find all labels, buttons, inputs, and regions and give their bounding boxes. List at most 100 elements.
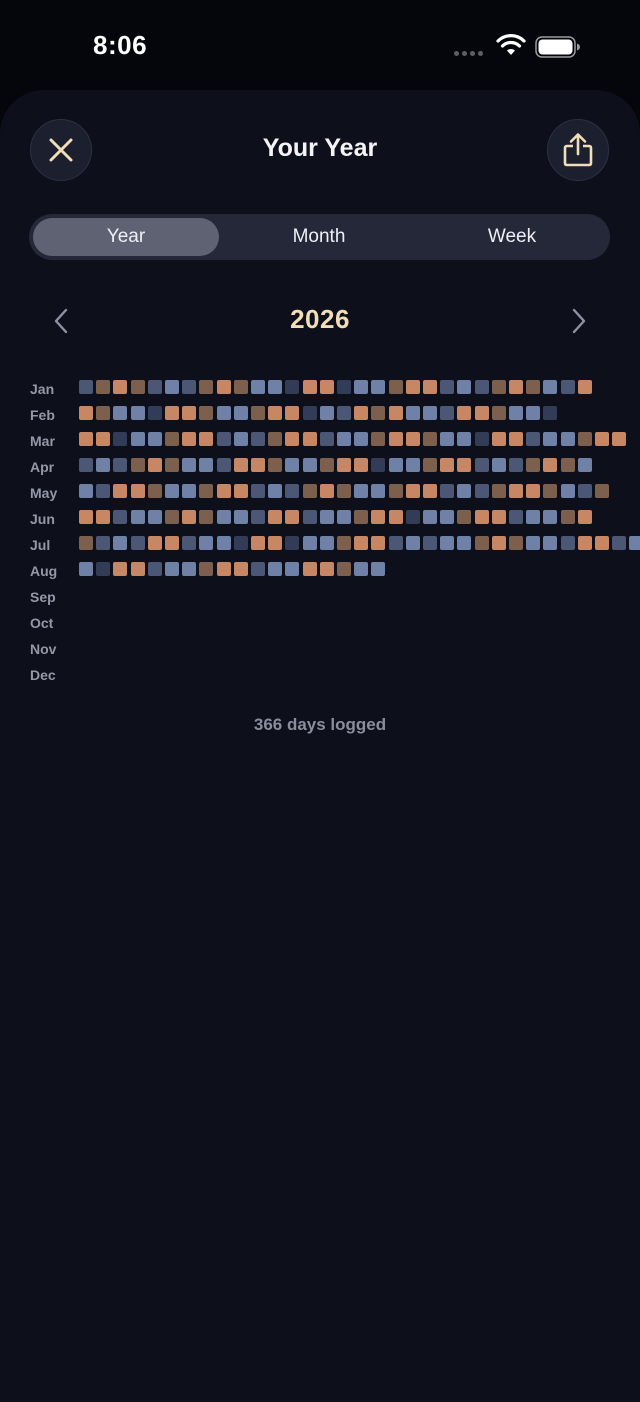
day-cell[interactable] (285, 458, 300, 472)
day-cell[interactable] (474, 484, 489, 498)
day-cell[interactable] (251, 484, 265, 498)
day-cell[interactable] (491, 536, 506, 550)
day-cell[interactable] (388, 458, 403, 472)
day-cell[interactable] (79, 406, 93, 420)
day-cell[interactable] (354, 536, 369, 550)
day-cell[interactable] (233, 458, 248, 472)
day-cell[interactable] (96, 432, 111, 446)
day-cell[interactable] (319, 536, 334, 550)
day-cell[interactable] (216, 406, 231, 420)
day-cell[interactable] (251, 562, 265, 576)
day-cell[interactable] (285, 536, 300, 550)
day-cell[interactable] (285, 562, 300, 576)
day-cell[interactable] (285, 406, 300, 420)
day-cell[interactable] (147, 510, 162, 524)
day-cell[interactable] (216, 510, 231, 524)
day-cell[interactable] (354, 380, 369, 394)
day-cell[interactable] (440, 536, 455, 550)
day-cell[interactable] (491, 510, 506, 524)
day-cell[interactable] (577, 510, 592, 524)
day-cell[interactable] (526, 484, 541, 498)
day-cell[interactable] (474, 432, 489, 446)
day-cell[interactable] (113, 432, 128, 446)
day-cell[interactable] (509, 510, 523, 524)
day-cell[interactable] (457, 458, 472, 472)
day-cell[interactable] (165, 536, 179, 550)
day-cell[interactable] (268, 458, 283, 472)
day-cell[interactable] (423, 432, 437, 446)
day-cell[interactable] (509, 484, 523, 498)
day-cell[interactable] (371, 406, 386, 420)
day-cell[interactable] (595, 484, 609, 498)
day-cell[interactable] (526, 406, 541, 420)
day-cell[interactable] (319, 562, 334, 576)
day-cell[interactable] (233, 380, 248, 394)
day-cell[interactable] (405, 432, 420, 446)
day-cell[interactable] (405, 510, 420, 524)
day-cell[interactable] (491, 484, 506, 498)
day-cell[interactable] (216, 536, 231, 550)
day-cell[interactable] (371, 536, 386, 550)
day-cell[interactable] (337, 510, 351, 524)
tab-month[interactable]: Month (226, 218, 412, 256)
day-cell[interactable] (371, 458, 386, 472)
day-cell[interactable] (337, 432, 351, 446)
day-cell[interactable] (113, 458, 128, 472)
day-cell[interactable] (543, 380, 558, 394)
day-cell[interactable] (130, 562, 145, 576)
day-cell[interactable] (543, 484, 558, 498)
day-cell[interactable] (268, 380, 283, 394)
day-cell[interactable] (509, 406, 523, 420)
day-cell[interactable] (319, 458, 334, 472)
day-cell[interactable] (577, 380, 592, 394)
day-cell[interactable] (147, 432, 162, 446)
day-cell[interactable] (199, 562, 214, 576)
day-cell[interactable] (543, 536, 558, 550)
day-cell[interactable] (182, 406, 197, 420)
day-cell[interactable] (302, 406, 317, 420)
day-cell[interactable] (371, 562, 386, 576)
day-cell[interactable] (354, 510, 369, 524)
day-cell[interactable] (130, 406, 145, 420)
day-cell[interactable] (302, 458, 317, 472)
day-cell[interactable] (612, 432, 627, 446)
day-cell[interactable] (302, 536, 317, 550)
day-cell[interactable] (233, 562, 248, 576)
day-cell[interactable] (130, 458, 145, 472)
day-cell[interactable] (457, 484, 472, 498)
tab-week[interactable]: Week (419, 218, 605, 256)
day-cell[interactable] (405, 484, 420, 498)
day-cell[interactable] (113, 536, 128, 550)
day-cell[interactable] (319, 510, 334, 524)
day-cell[interactable] (182, 458, 197, 472)
day-cell[interactable] (165, 380, 179, 394)
day-cell[interactable] (388, 432, 403, 446)
day-cell[interactable] (560, 432, 575, 446)
day-cell[interactable] (130, 484, 145, 498)
day-cell[interactable] (147, 380, 162, 394)
day-cell[interactable] (337, 406, 351, 420)
day-cell[interactable] (595, 432, 609, 446)
day-cell[interactable] (337, 458, 351, 472)
day-cell[interactable] (165, 510, 179, 524)
day-cell[interactable] (147, 458, 162, 472)
day-cell[interactable] (182, 510, 197, 524)
day-cell[interactable] (302, 380, 317, 394)
day-cell[interactable] (526, 458, 541, 472)
day-cell[interactable] (130, 432, 145, 446)
day-cell[interactable] (405, 380, 420, 394)
day-cell[interactable] (96, 458, 111, 472)
day-cell[interactable] (337, 562, 351, 576)
day-cell[interactable] (457, 380, 472, 394)
day-cell[interactable] (423, 510, 437, 524)
day-cell[interactable] (423, 380, 437, 394)
day-cell[interactable] (319, 406, 334, 420)
day-cell[interactable] (130, 536, 145, 550)
day-cell[interactable] (491, 380, 506, 394)
day-cell[interactable] (199, 380, 214, 394)
day-cell[interactable] (233, 432, 248, 446)
day-cell[interactable] (526, 510, 541, 524)
day-cell[interactable] (457, 536, 472, 550)
day-cell[interactable] (182, 536, 197, 550)
day-cell[interactable] (251, 510, 265, 524)
